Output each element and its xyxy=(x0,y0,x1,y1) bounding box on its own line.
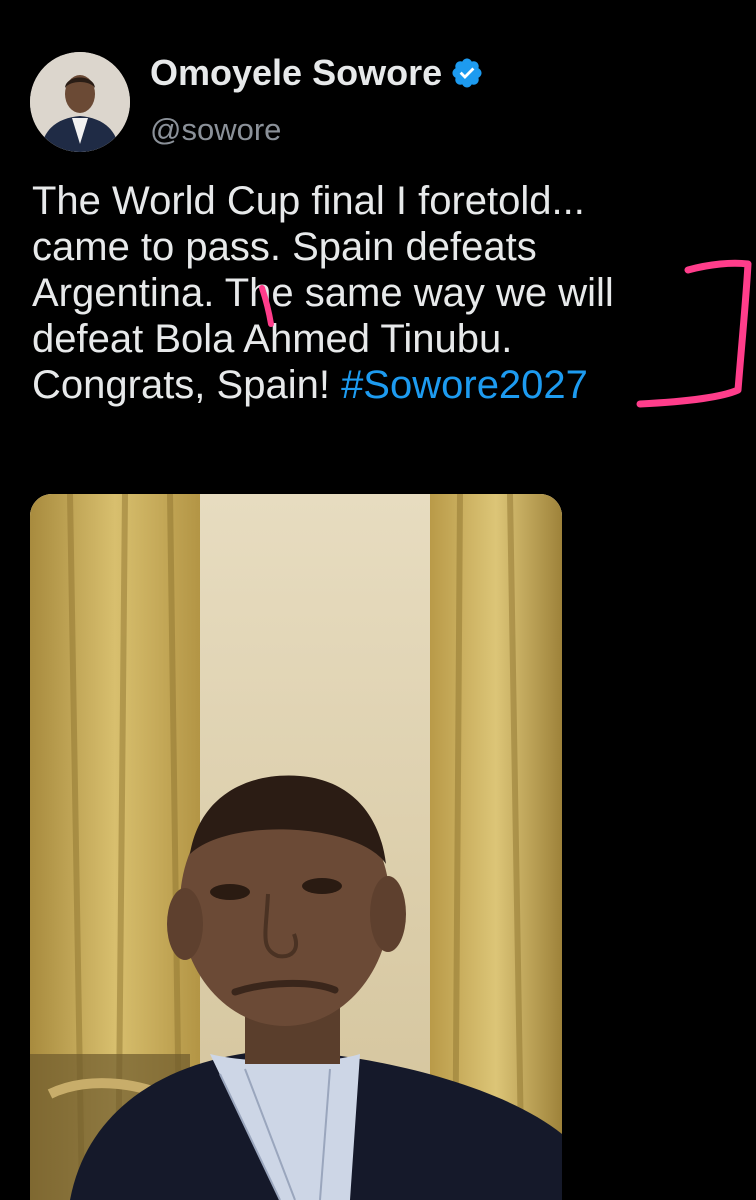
video-still-image xyxy=(30,494,562,1200)
tweet-media-video[interactable] xyxy=(30,494,562,1200)
author-name-text: Omoyele Sowore xyxy=(150,52,443,93)
hashtag-link[interactable]: #Sowore2027 xyxy=(341,363,588,407)
tweet-text-line-5: Congrats, Spain! #Sowore2027 xyxy=(32,362,732,408)
avatar[interactable] xyxy=(30,52,130,152)
author-handle[interactable]: @sowore xyxy=(150,112,281,148)
tweet-text-line-2: came to pass. Spain defeats xyxy=(32,225,537,269)
tweet-text-line-1: The World Cup final I foretold... xyxy=(32,179,585,223)
tweet-text-line-5-text: Congrats, Spain! xyxy=(32,363,342,407)
tweet-text-line-3: Argentina. The same way we will xyxy=(32,271,614,315)
tweet-text: The World Cup final I foretold... came t… xyxy=(32,178,732,408)
verified-badge-icon xyxy=(452,58,482,88)
avatar-image xyxy=(30,52,130,152)
author-display-name[interactable]: Omoyele Sowore xyxy=(150,52,484,94)
tweet-text-line-4: defeat Bola Ahmed Tinubu. xyxy=(32,317,513,361)
